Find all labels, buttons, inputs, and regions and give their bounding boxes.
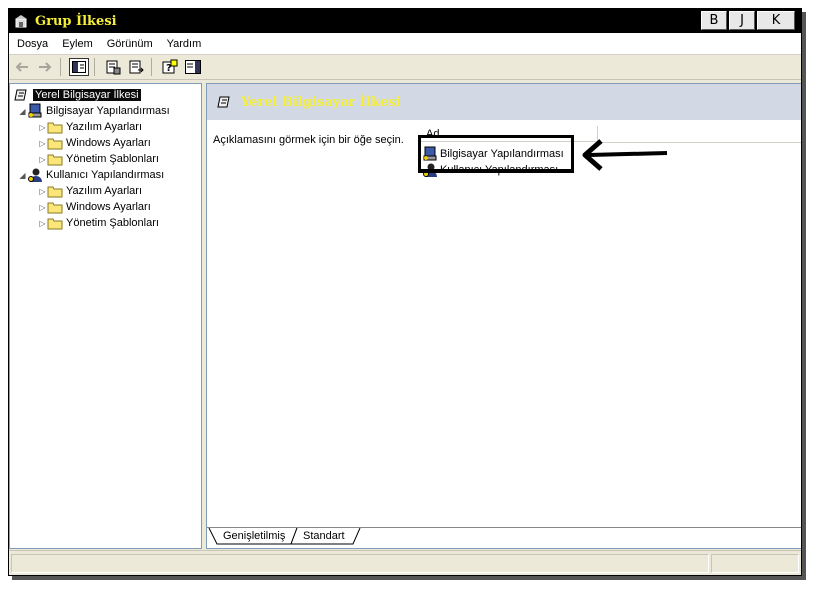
- expand-triangle-icon[interactable]: ▷: [38, 123, 47, 132]
- expand-triangle-icon[interactable]: ▷: [38, 203, 47, 212]
- help-icon[interactable]: ?: [160, 57, 180, 77]
- annotation-arrow-icon: [582, 139, 668, 171]
- tree-label: Yönetim Şablonları: [66, 153, 159, 165]
- annotation-highlight-box: [418, 135, 574, 173]
- status-cell-main: [11, 554, 709, 573]
- description-text: Açıklamasını görmek için bir öğe seçin.: [213, 134, 404, 146]
- folder-icon: [47, 183, 63, 199]
- show-hide-tree-icon[interactable]: [69, 58, 89, 76]
- folder-icon: [47, 199, 63, 215]
- title-bar[interactable]: Grup İlkesi B J K: [9, 9, 801, 33]
- italic-button[interactable]: J: [729, 11, 755, 30]
- tree-item-software-settings-user[interactable]: ▷ Yazılım Ayarları: [38, 183, 142, 199]
- expand-triangle-icon[interactable]: ▷: [38, 139, 47, 148]
- group-policy-window: Grup İlkesi B J K Dosya Eylem Görünüm Ya…: [8, 8, 802, 576]
- menu-dosya[interactable]: Dosya: [11, 38, 54, 50]
- tree-item-computer-config[interactable]: ◢ Bilgisayar Yapılandırması: [18, 103, 170, 119]
- tree-label: Bilgisayar Yapılandırması: [46, 105, 170, 117]
- export-list-icon[interactable]: [126, 57, 146, 77]
- close-k-button[interactable]: K: [757, 11, 795, 30]
- expand-triangle-icon[interactable]: ▷: [38, 155, 47, 164]
- toolbar-separator: [151, 58, 152, 76]
- title-buttons: B J K: [699, 11, 795, 30]
- console-tree: Yerel Bilgisayar İlkesi ◢ Bilgisayar Yap…: [9, 83, 202, 549]
- tree-item-windows-settings-user[interactable]: ▷ Windows Ayarları: [38, 199, 151, 215]
- show-hide-action-pane-icon[interactable]: [183, 57, 203, 77]
- expand-triangle-icon[interactable]: ▷: [38, 219, 47, 228]
- tree-label: Yönetim Şablonları: [66, 217, 159, 229]
- policy-scroll-icon: [14, 87, 30, 103]
- back-arrow-icon[interactable]: [12, 57, 32, 77]
- details-header-title: Yerel Bilgisayar İlkesi: [241, 94, 401, 110]
- tree-label: Kullanıcı Yapılandırması: [46, 169, 165, 181]
- item-list: Ad Bilgisayar Yapılandırması Kullanıcı Y…: [418, 126, 801, 522]
- user-config-icon: [27, 167, 43, 183]
- toolbar-separator: [94, 58, 95, 76]
- tree-item-windows-settings-computer[interactable]: ▷ Windows Ayarları: [38, 135, 151, 151]
- collapse-triangle-icon[interactable]: ◢: [18, 171, 27, 180]
- policy-scroll-icon: [217, 94, 233, 110]
- tree-item-software-settings-computer[interactable]: ▷ Yazılım Ayarları: [38, 119, 142, 135]
- status-bar: [9, 550, 801, 575]
- tree-label: Windows Ayarları: [66, 137, 151, 149]
- computer-config-icon: [27, 103, 43, 119]
- tree-item-admin-templates-computer[interactable]: ▷ Yönetim Şablonları: [38, 151, 159, 167]
- tab-standard[interactable]: Standart: [295, 528, 353, 545]
- view-tabs: Genişletilmiş Standart: [207, 527, 801, 548]
- tab-extended[interactable]: Genişletilmiş: [215, 528, 293, 545]
- toolbar: ?: [9, 55, 801, 80]
- tree-label: Yazılım Ayarları: [66, 185, 143, 197]
- details-header: Yerel Bilgisayar İlkesi: [207, 84, 801, 120]
- status-cell-secondary: [711, 554, 799, 573]
- menu-yardim[interactable]: Yardım: [161, 38, 208, 50]
- tree-root-local-computer-policy[interactable]: Yerel Bilgisayar İlkesi: [14, 87, 141, 103]
- tree-item-admin-templates-user[interactable]: ▷ Yönetim Şablonları: [38, 215, 159, 231]
- folder-icon: [47, 215, 63, 231]
- tree-label: Windows Ayarları: [66, 201, 151, 213]
- tree-label: Yerel Bilgisayar İlkesi: [33, 89, 141, 101]
- properties-icon[interactable]: [103, 57, 123, 77]
- expand-triangle-icon[interactable]: ▷: [38, 187, 47, 196]
- folder-icon: [47, 135, 63, 151]
- folder-icon: [47, 119, 63, 135]
- collapse-triangle-icon[interactable]: ◢: [18, 107, 27, 116]
- menu-gorunum[interactable]: Görünüm: [101, 38, 159, 50]
- menu-eylem[interactable]: Eylem: [56, 38, 99, 50]
- menu-bar: Dosya Eylem Görünüm Yardım: [9, 33, 801, 55]
- tree-item-user-config[interactable]: ◢ Kullanıcı Yapılandırması: [18, 167, 164, 183]
- folder-icon: [47, 151, 63, 167]
- toolbar-separator: [60, 58, 61, 76]
- policy-app-icon: [13, 13, 29, 29]
- forward-arrow-icon[interactable]: [35, 57, 55, 77]
- tree-label: Yazılım Ayarları: [66, 121, 143, 133]
- window-title: Grup İlkesi: [35, 13, 117, 29]
- bold-button[interactable]: B: [701, 11, 727, 30]
